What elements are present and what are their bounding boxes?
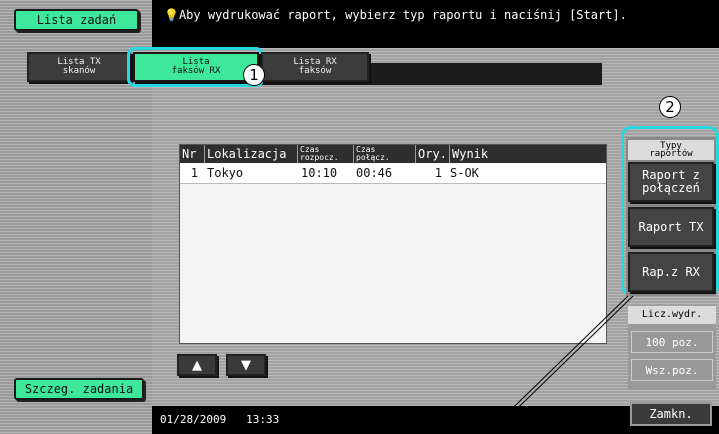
callout-leader-line: [485, 295, 634, 434]
screen: Lista zadań Szczeg. zadania 💡Aby wydruko…: [0, 0, 719, 434]
